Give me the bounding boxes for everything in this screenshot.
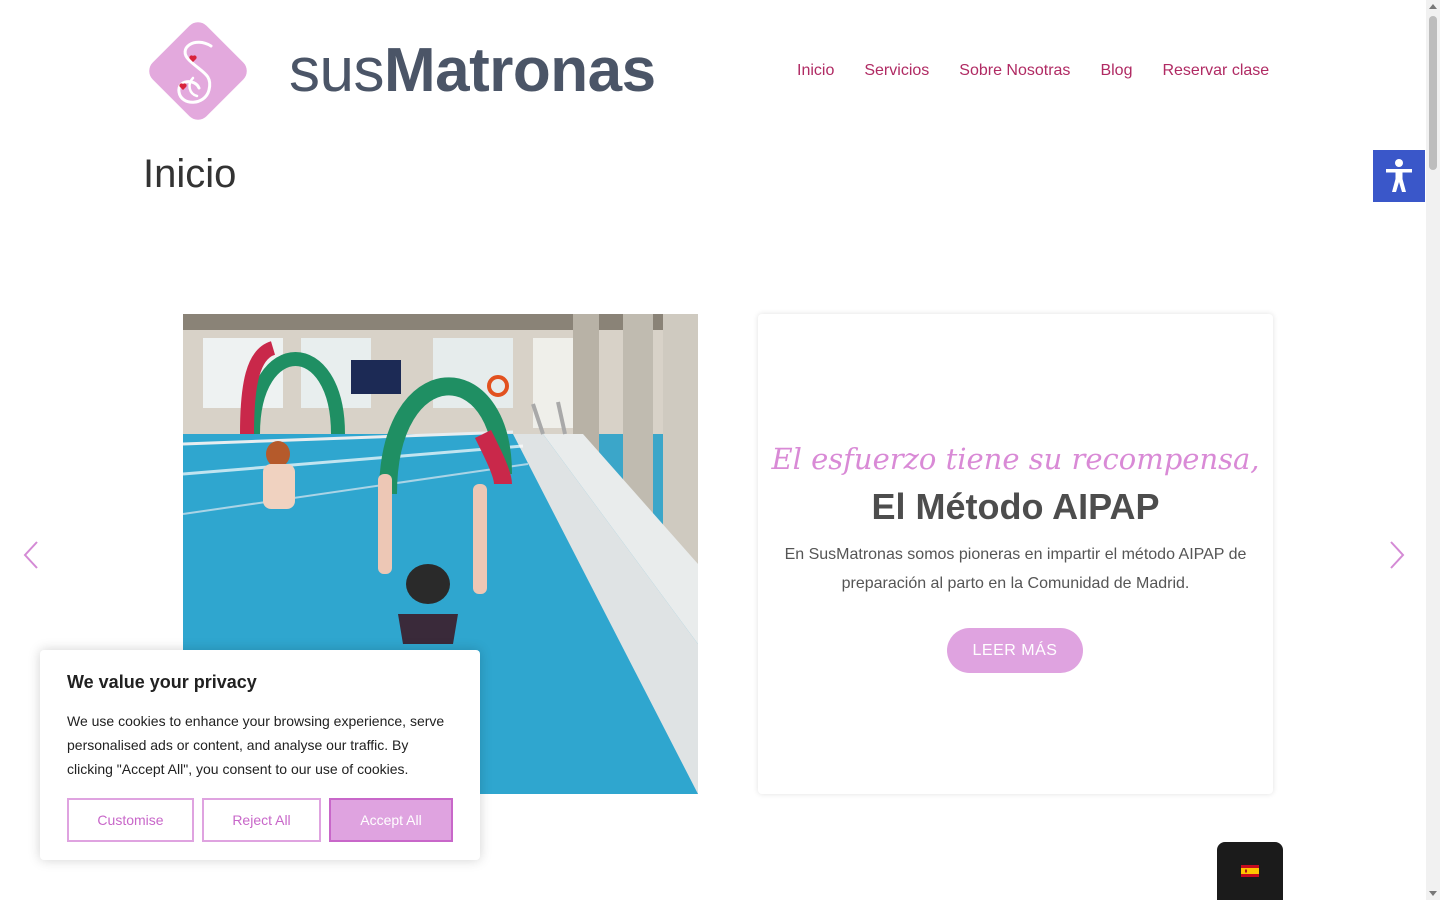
cookie-text: We use cookies to enhance your browsing … xyxy=(67,713,445,777)
slide-card: El esfuerzo tiene su recompensa, El Méto… xyxy=(758,314,1273,794)
cookie-buttons: Customise Reject All Accept All xyxy=(67,798,453,842)
accept-all-button[interactable]: Accept All xyxy=(329,798,453,842)
logo-text: susMatronas xyxy=(289,40,656,102)
slide-heading: El Método AIPAP xyxy=(871,486,1160,527)
scrollbar-thumb[interactable] xyxy=(1429,16,1437,170)
logo-text-bold: Matronas xyxy=(383,36,656,105)
spain-flag-icon xyxy=(1241,865,1259,877)
slide-description: En SusMatronas somos pioneras en imparti… xyxy=(784,546,1247,592)
logo-text-light: sus xyxy=(289,36,384,105)
nav-item-inicio[interactable]: Inicio xyxy=(797,62,834,80)
nav-item-reservar-clase[interactable]: Reservar clase xyxy=(1162,62,1269,80)
cookie-title: We value your privacy xyxy=(67,672,257,692)
customise-button[interactable]: Customise xyxy=(67,798,194,842)
read-more-button[interactable]: LEER MÁS xyxy=(947,628,1083,673)
page-title: Inicio xyxy=(143,152,237,196)
nav-item-sobre-nosotras[interactable]: Sobre Nosotras xyxy=(959,62,1070,80)
chevron-right-icon xyxy=(1390,541,1405,569)
slider-prev-button[interactable] xyxy=(22,540,42,570)
chevron-left-icon xyxy=(23,541,38,569)
slide-tagline: El esfuerzo tiene su recompensa, xyxy=(771,442,1260,476)
main-nav: Inicio Servicios Sobre Nosotras Blog Res… xyxy=(797,62,1269,80)
language-switcher[interactable] xyxy=(1217,842,1283,900)
accessibility-icon xyxy=(1386,159,1412,192)
scroll-down-arrow-icon[interactable] xyxy=(1429,891,1437,896)
page-scrollbar[interactable] xyxy=(1426,0,1440,900)
cookie-consent-banner: We value your privacy We use cookies to … xyxy=(40,650,480,860)
scroll-up-arrow-icon[interactable] xyxy=(1429,4,1437,9)
accessibility-button[interactable] xyxy=(1373,150,1425,202)
site-logo[interactable]: susMatronas xyxy=(143,16,656,126)
reject-all-button[interactable]: Reject All xyxy=(202,798,321,842)
nav-item-blog[interactable]: Blog xyxy=(1100,62,1132,80)
slider-next-button[interactable] xyxy=(1386,540,1406,570)
logo-mark-icon xyxy=(143,16,253,126)
nav-item-servicios[interactable]: Servicios xyxy=(864,62,929,80)
